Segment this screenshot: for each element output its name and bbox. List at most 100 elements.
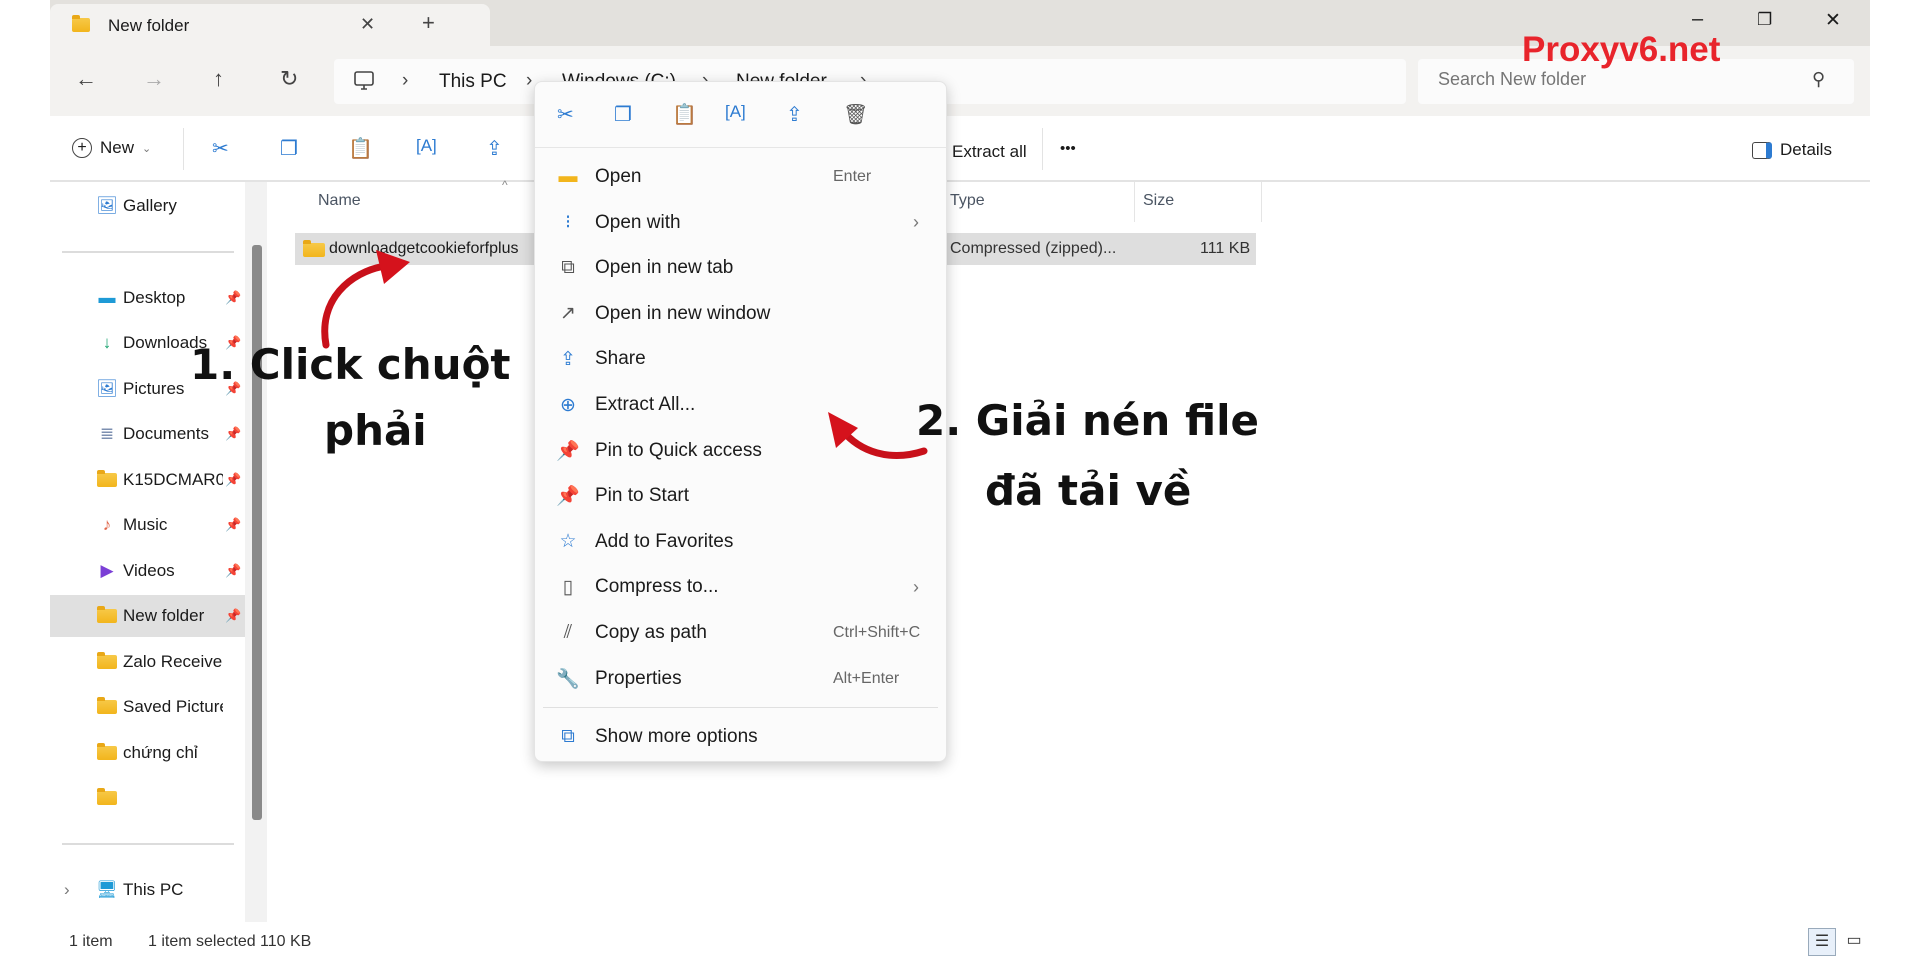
documents-icon: ≣	[99, 424, 115, 443]
annotation-step1-line2: phải	[324, 406, 427, 455]
rename-icon[interactable]: [A]	[725, 102, 746, 122]
breadcrumb-this-pc[interactable]: This PC	[439, 71, 507, 93]
chevron-right-icon: ›	[913, 576, 919, 597]
pin-icon[interactable]: 📌	[225, 335, 241, 351]
menu-item-open-in-new-window[interactable]: ↗ Open in new window	[535, 292, 946, 336]
sort-ascending-icon: ^	[502, 178, 508, 192]
divider	[62, 843, 234, 845]
column-header-size[interactable]: Size	[1143, 192, 1174, 210]
sidebar-item-gallery[interactable]: 🖼 Gallery	[50, 185, 245, 227]
annotation-step2-line2: đã tải về	[985, 466, 1192, 515]
sidebar-item-ch-ng-ch-[interactable]: chứng chỉ	[50, 732, 245, 774]
sidebar-item-downloads[interactable]: ↓ Downloads 📌	[50, 322, 245, 364]
sidebar-item-saved-pictures[interactable]: Saved Pictures	[50, 686, 245, 728]
divider	[62, 251, 234, 253]
sidebar-item-label: Documents	[123, 424, 209, 443]
open-with-icon: ⁝	[564, 212, 572, 234]
search-input[interactable]	[1438, 69, 1798, 90]
cut-icon[interactable]: ✂	[212, 136, 229, 161]
menu-item-properties[interactable]: 🔧 Properties Alt+Enter	[535, 657, 946, 701]
more-options-button[interactable]: •••	[1060, 140, 1076, 157]
close-tab-icon[interactable]: ✕	[360, 14, 375, 35]
column-header-type[interactable]: Type	[950, 192, 985, 210]
menu-item-extract-all[interactable]: ⊕ Extract All...	[535, 383, 946, 427]
pin-icon[interactable]: 📌	[225, 472, 241, 488]
pin-icon[interactable]: 📌	[225, 608, 241, 624]
cut-icon[interactable]: ✂	[557, 102, 574, 127]
menu-item-compress-to[interactable]: ▯ Compress to... ›	[535, 565, 946, 609]
menu-item-add-to-favorites[interactable]: ☆ Add to Favorites	[535, 520, 946, 564]
sidebar-item-label: Gallery	[123, 196, 177, 215]
copy-path-icon: ⫽	[563, 622, 573, 643]
sidebar-item-label: Downloads	[123, 333, 208, 352]
menu-item-open-with[interactable]: ⁝ Open with ›	[535, 201, 946, 245]
expand-chevron-icon[interactable]: ›	[64, 880, 70, 900]
download-icon: ↓	[102, 333, 112, 352]
details-view-button[interactable]: ☰	[1808, 928, 1836, 956]
sidebar-item-this-pc[interactable]: 🖥 This PC ›	[50, 869, 245, 911]
sidebar-item-pictures[interactable]: 🖼 Pictures 📌	[50, 368, 245, 410]
status-bar: 1 item 1 item selected 110 KB ☰ ▭	[50, 924, 1870, 960]
pin-icon: 📌	[556, 440, 580, 462]
menu-item-show-more-options[interactable]: ⧉ Show more options	[535, 715, 946, 759]
sidebar-item-label: chứng chỉ	[123, 743, 198, 762]
menu-item-copy-as-path[interactable]: ⫽ Copy as path Ctrl+Shift+C	[535, 611, 946, 655]
extract-icon: ⊕	[560, 394, 576, 416]
menu-item-open[interactable]: ▬ Open Enter	[535, 155, 946, 199]
close-button[interactable]: ✕	[1825, 9, 1841, 32]
paste-icon[interactable]: 📋	[672, 102, 697, 127]
menu-item-label: Open in new window	[595, 302, 771, 324]
sidebar-item-documents[interactable]: ≣ Documents 📌	[50, 413, 245, 455]
rename-icon[interactable]: [A]	[416, 136, 437, 156]
refresh-button[interactable]: ↻	[280, 66, 298, 92]
folder-icon	[95, 652, 119, 672]
pin-icon[interactable]: 📌	[225, 517, 241, 533]
share-icon[interactable]: ⇪	[486, 136, 503, 161]
menu-item-pin-to-quick-access[interactable]: 📌 Pin to Quick access	[535, 429, 946, 473]
new-tab-button[interactable]: +	[422, 10, 435, 36]
forward-button[interactable]: →	[143, 66, 165, 92]
menu-item-label: Compress to...	[595, 576, 719, 598]
scrollbar-thumb[interactable]	[252, 245, 262, 820]
column-header-name[interactable]: Name	[318, 192, 361, 210]
delete-icon[interactable]: 🗑	[843, 102, 868, 127]
column-divider[interactable]	[1134, 182, 1135, 222]
breadcrumb-separator: ›	[526, 70, 533, 91]
pin-icon[interactable]: 📌	[225, 381, 241, 397]
sidebar-item-label: This PC	[123, 880, 184, 899]
sidebar-item-zalo-received-fil[interactable]: Zalo Received Fil	[50, 641, 245, 683]
copy-icon[interactable]: ❐	[280, 136, 298, 161]
up-button[interactable]: ↑	[213, 66, 224, 92]
sidebar-item-videos[interactable]: ▶ Videos 📌	[50, 550, 245, 592]
sidebar-item-k15dcmar0[interactable]: K15DCMAR0 📌	[50, 459, 245, 501]
sidebar-item-new-folder[interactable]: New folder 📌	[50, 595, 245, 637]
restore-button[interactable]: ❐	[1757, 10, 1772, 30]
share-icon: ⇪	[560, 348, 576, 370]
share-icon[interactable]: ⇪	[786, 102, 803, 127]
pin-icon[interactable]: 📌	[225, 563, 241, 579]
column-divider[interactable]	[1261, 182, 1262, 222]
new-button[interactable]: + New ⌄	[72, 138, 151, 158]
extract-all-button[interactable]: Extract all	[952, 142, 1027, 162]
pin-icon[interactable]: 📌	[225, 290, 241, 306]
copy-icon[interactable]: ❐	[614, 102, 632, 127]
tiles-view-button[interactable]: ▭	[1840, 928, 1868, 956]
minimize-button[interactable]: –	[1692, 8, 1703, 31]
breadcrumb-separator: ›	[402, 70, 409, 91]
sidebar-item-desktop[interactable]: ▬ Desktop 📌	[50, 277, 245, 319]
back-button[interactable]: ←	[75, 66, 97, 92]
menu-item-pin-to-start[interactable]: 📌 Pin to Start	[535, 474, 946, 518]
compress-icon: ▯	[562, 576, 574, 598]
selection-info: 1 item selected 110 KB	[148, 933, 312, 950]
menu-item-open-in-new-tab[interactable]: ⧉ Open in new tab	[535, 246, 946, 290]
menu-item-share[interactable]: ⇪ Share	[535, 337, 946, 381]
menu-item-label: Share	[595, 348, 646, 370]
sidebar-item-folder[interactable]	[50, 777, 245, 819]
watermark: Proxyv6.net	[1522, 30, 1721, 69]
videos-icon: ▶	[100, 561, 114, 580]
paste-icon[interactable]: 📋	[348, 136, 373, 161]
details-button[interactable]: Details	[1752, 140, 1832, 160]
sidebar-item-music[interactable]: ♪ Music 📌	[50, 504, 245, 546]
pin-icon[interactable]: 📌	[225, 426, 241, 442]
new-window-icon: ↗	[560, 303, 576, 325]
